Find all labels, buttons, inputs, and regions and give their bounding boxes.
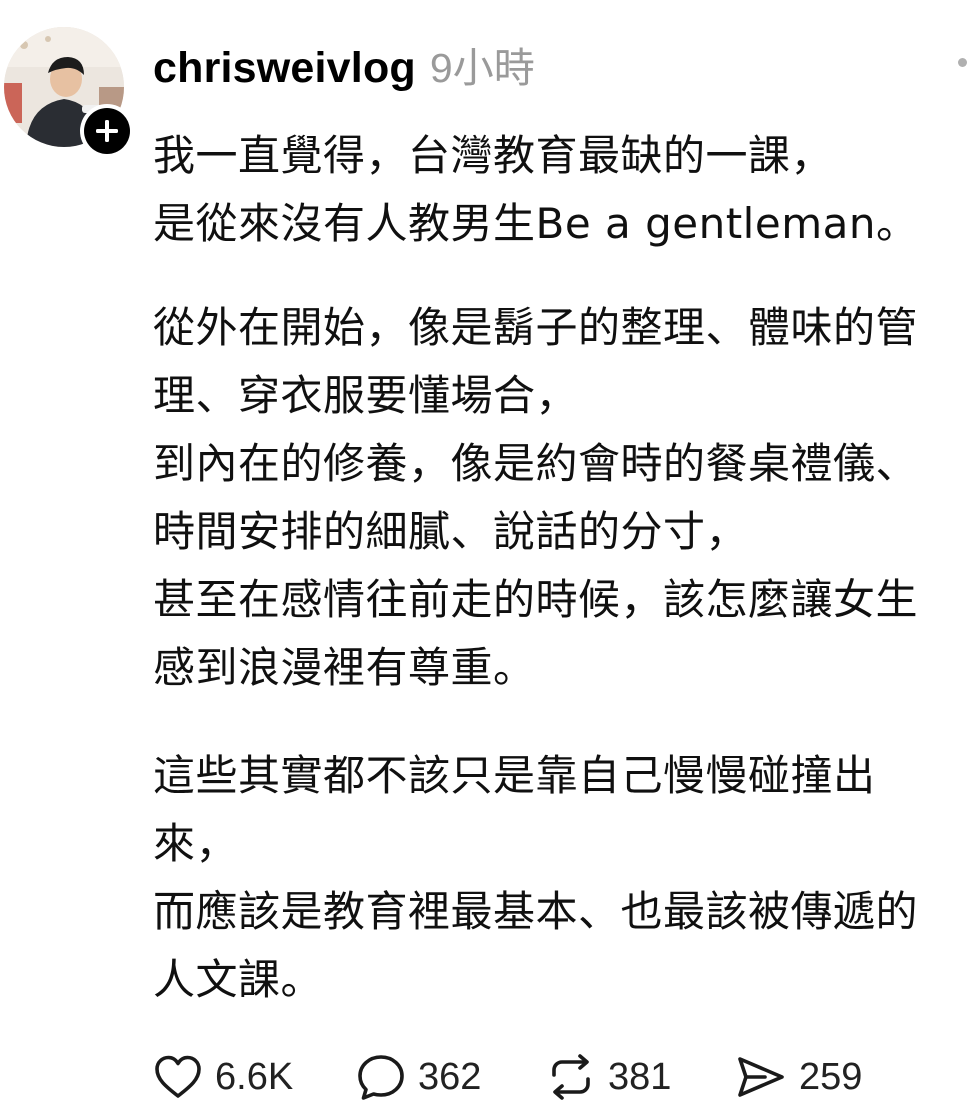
post-text-line: 而應該是教育裡最基本、也最該被傳遞的 xyxy=(153,887,919,936)
share-count: 259 xyxy=(799,1055,863,1098)
post-text-line: 時間安排的細膩、說話的分寸， xyxy=(153,507,749,556)
follow-button[interactable] xyxy=(80,104,134,158)
send-icon xyxy=(738,1057,784,1097)
post-text-line: 甚至在感情往前走的時候，該怎麼讓女生 xyxy=(153,575,919,624)
post-text-line: 是從來沒有人教男生Be a gentleman。 xyxy=(153,199,919,248)
post-actions: 6.6K 362 381 259 xyxy=(153,1050,953,1104)
reply-button[interactable]: 362 xyxy=(356,1050,481,1104)
post-text-line: 到內在的修養，像是約會時的餐桌禮儀、 xyxy=(153,439,919,488)
post-text-line: 理、穿衣服要懂場合， xyxy=(153,371,579,420)
like-count: 6.6K xyxy=(215,1055,294,1098)
heart-icon xyxy=(155,1055,201,1098)
plus-icon xyxy=(96,120,118,142)
like-button[interactable]: 6.6K xyxy=(153,1050,293,1104)
post-header: chrisweivlog 9小時 xyxy=(153,34,535,94)
comment-bubble-icon xyxy=(358,1055,404,1100)
post-timestamp: 9小時 xyxy=(429,45,535,91)
post-body: 我一直覺得，台灣教育最缺的一課， 是從來沒有人教男生Be a gentleman… xyxy=(153,122,967,1014)
repost-button[interactable]: 381 xyxy=(546,1050,671,1104)
repost-icon xyxy=(552,1054,590,1100)
more-options-icon[interactable] xyxy=(958,58,967,67)
repost-count: 381 xyxy=(608,1055,672,1098)
post-text-line: 感到浪漫裡有尊重。 xyxy=(153,643,536,692)
post-text-line: 來， xyxy=(153,819,239,868)
author-avatar-group[interactable] xyxy=(4,27,134,158)
post-text-line: 這些其實都不該只是靠自己慢慢碰撞出 xyxy=(153,751,876,800)
post-text-line: 人文課。 xyxy=(153,955,324,1004)
author-username[interactable]: chrisweivlog xyxy=(153,44,416,93)
reply-count: 362 xyxy=(418,1055,482,1098)
share-button[interactable]: 259 xyxy=(735,1050,862,1104)
post-text-line: 從外在開始，像是鬍子的整理、體味的管 xyxy=(153,303,919,352)
follow-button-circle xyxy=(84,108,130,154)
post-text-line: 我一直覺得，台灣教育最缺的一課， xyxy=(153,131,834,180)
